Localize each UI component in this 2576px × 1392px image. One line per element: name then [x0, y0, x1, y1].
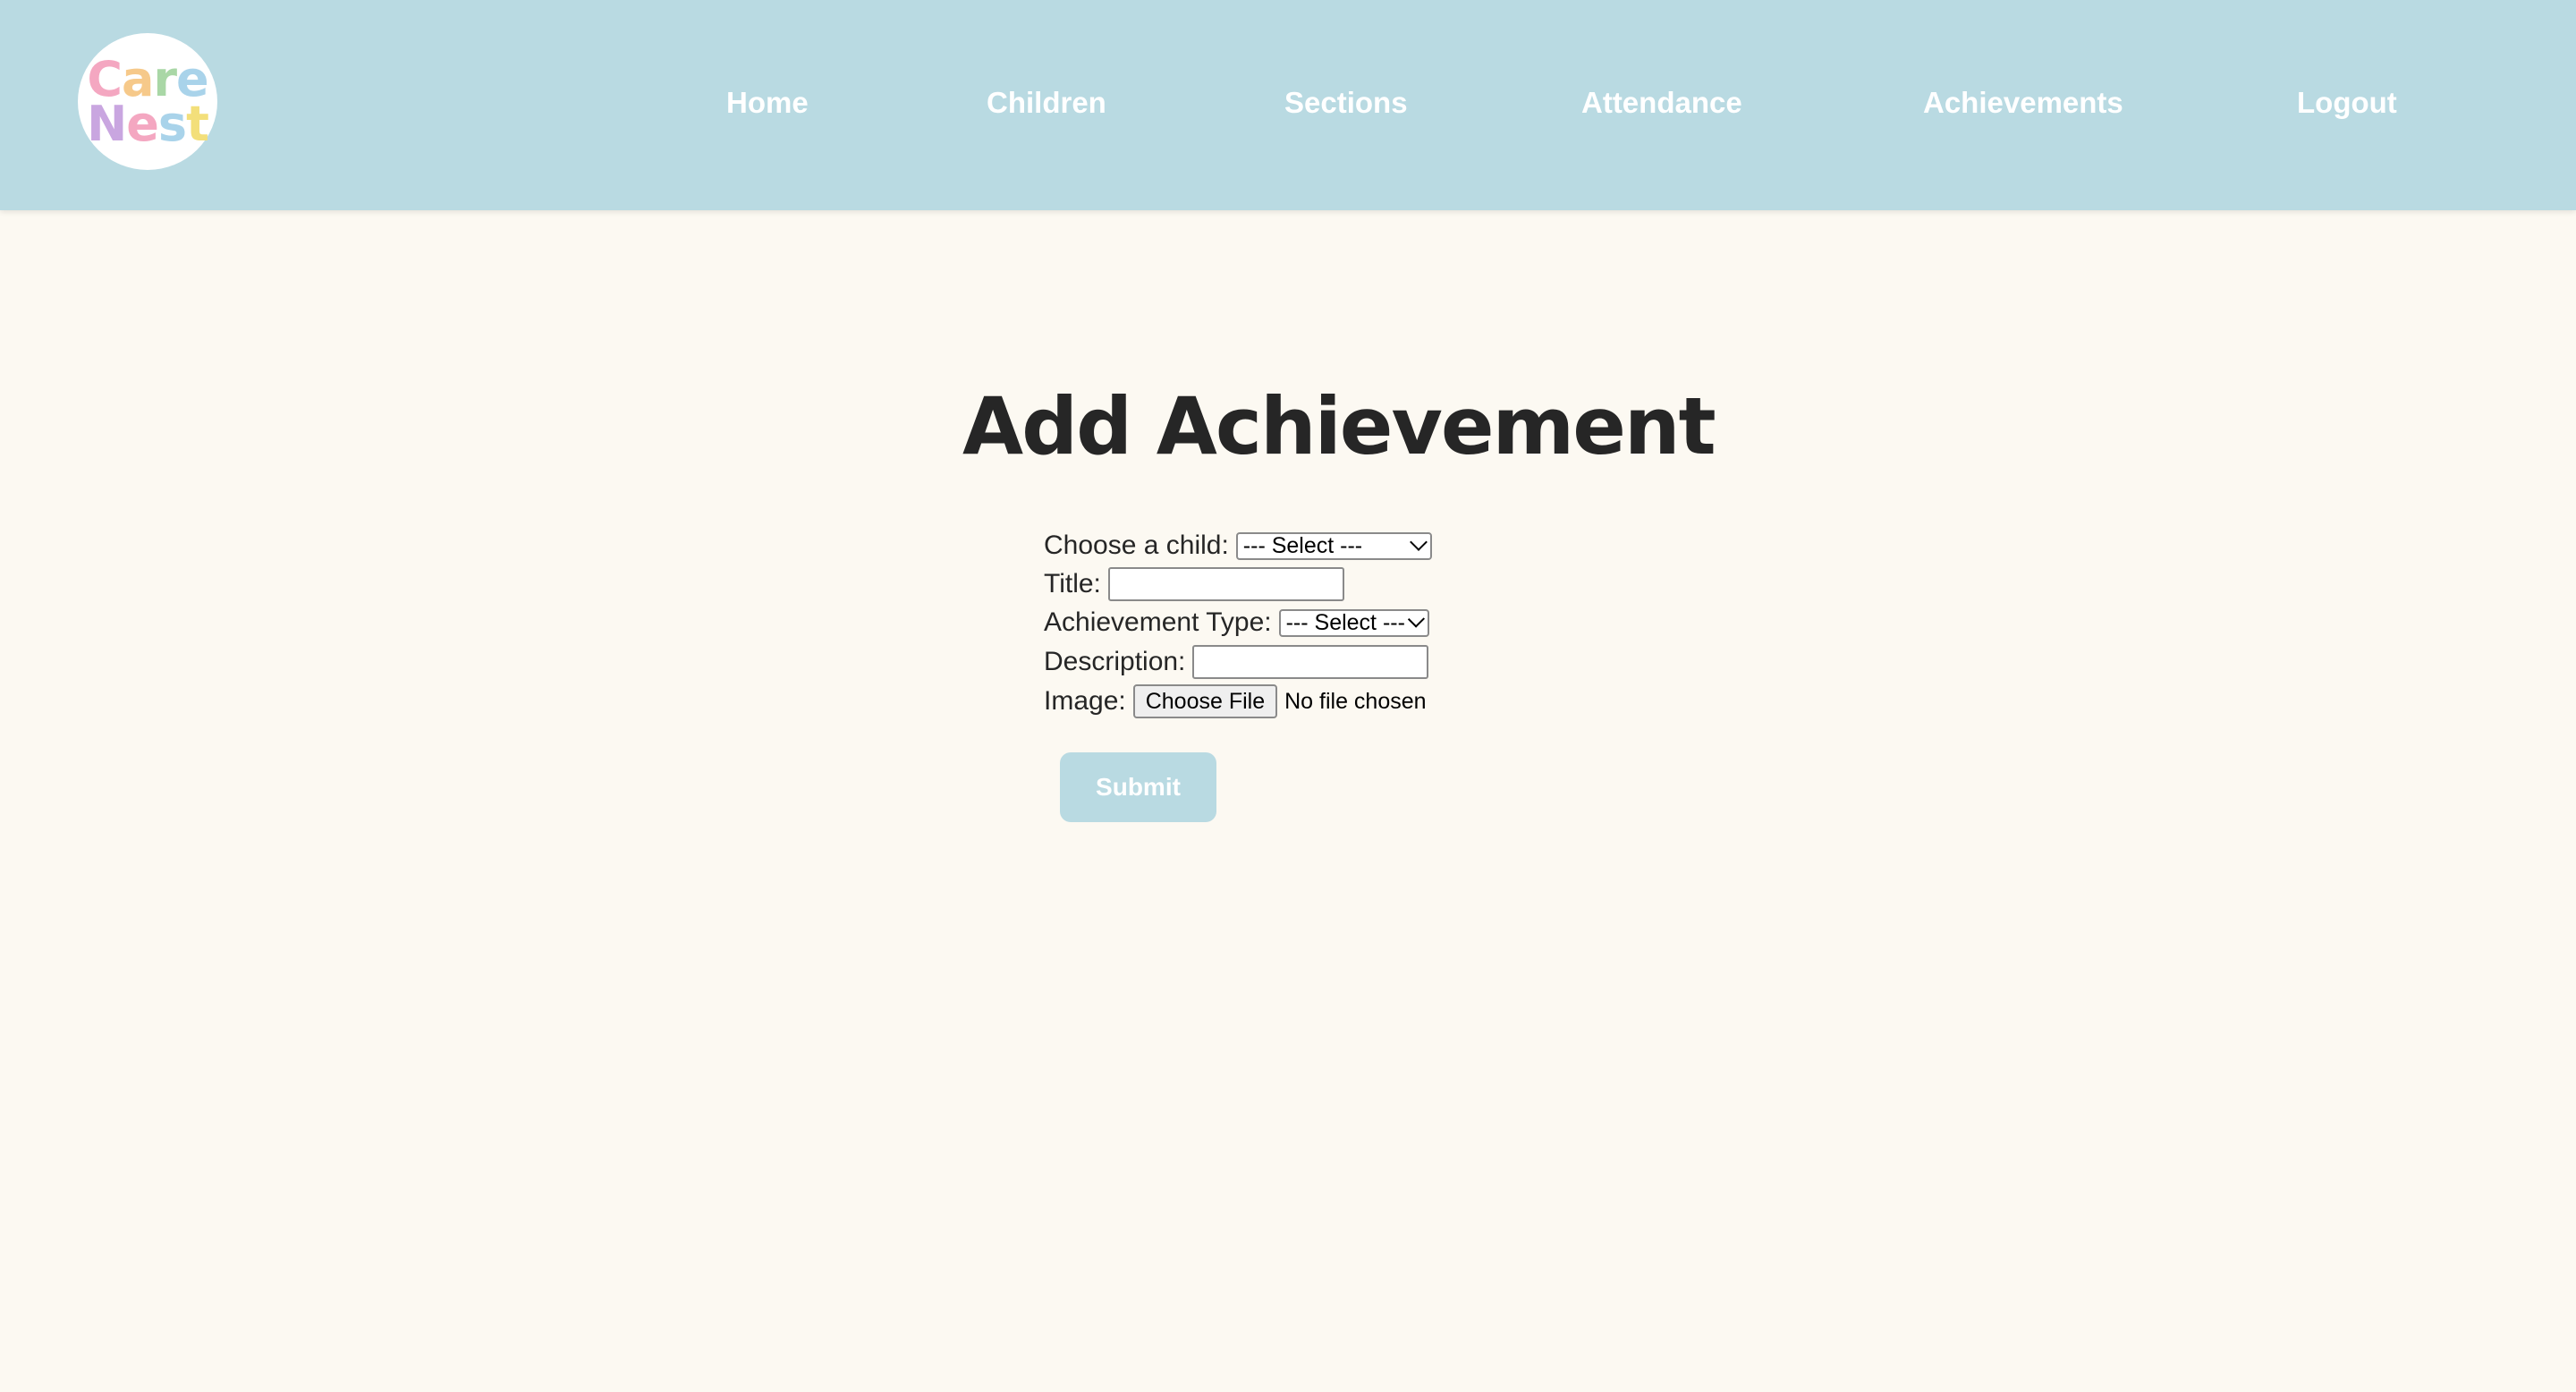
- nav-attendance[interactable]: Attendance: [1581, 86, 1742, 120]
- type-select-value: --- Select ---: [1285, 609, 1405, 635]
- title-label: Title:: [1044, 569, 1101, 598]
- child-select[interactable]: --- Select ---: [1235, 531, 1432, 560]
- child-select-value: --- Select ---: [1242, 532, 1363, 558]
- achievement-type-select[interactable]: --- Select ---: [1278, 608, 1429, 637]
- nav-achievements[interactable]: Achievements: [1923, 86, 2123, 120]
- description-row: Description:: [1044, 645, 1429, 679]
- main-nav: Home Children Sections Attendance Achiev…: [0, 0, 2576, 210]
- child-label: Choose a child:: [1044, 530, 1229, 560]
- choose-file-button[interactable]: Choose File: [1132, 684, 1278, 718]
- chevron-down-icon: [1409, 533, 1428, 551]
- submit-button[interactable]: Submit: [1060, 752, 1216, 822]
- image-label: Image:: [1044, 686, 1126, 716]
- nav-sections[interactable]: Sections: [1284, 86, 1408, 120]
- image-row: Image: Choose File No file chosen: [1044, 684, 1427, 718]
- nav-children[interactable]: Children: [987, 86, 1106, 120]
- description-input[interactable]: [1192, 645, 1429, 679]
- nav-logout[interactable]: Logout: [2297, 86, 2397, 120]
- type-row: Achievement Type: --- Select ---: [1044, 607, 1429, 638]
- child-row: Choose a child: --- Select ---: [1044, 530, 1432, 561]
- description-label: Description:: [1044, 647, 1186, 676]
- title-input[interactable]: [1107, 567, 1344, 601]
- type-label: Achievement Type:: [1044, 607, 1272, 637]
- nav-home[interactable]: Home: [726, 86, 809, 120]
- title-row: Title:: [1044, 567, 1344, 601]
- chevron-down-icon: [1407, 610, 1425, 628]
- top-header: C a r e N e s t Home Children Sections A…: [0, 0, 2576, 210]
- page-title: Add Achievement: [962, 380, 1716, 472]
- file-status-text: No file chosen: [1284, 688, 1427, 714]
